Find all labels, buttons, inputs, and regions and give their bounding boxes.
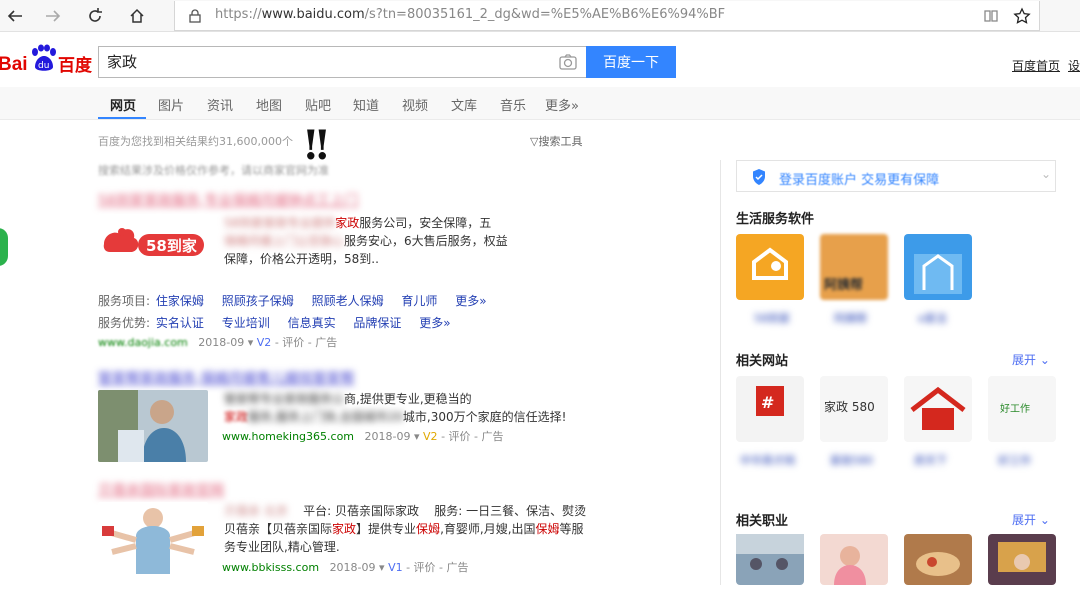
tab-images[interactable]: 图片 [158, 95, 184, 114]
tab-tieba[interactable]: 贴吧 [305, 95, 331, 114]
tab-news[interactable]: 资讯 [207, 95, 233, 114]
sites-expand-button[interactable]: 展开 ⌄ [1012, 351, 1050, 368]
app-label[interactable]: e家洁 [918, 310, 947, 326]
site-label[interactable]: 家政580 [830, 452, 873, 468]
result-title[interactable]: 管家帮家政服务,保姆月嫂育儿嫂找管家帮 [98, 368, 354, 388]
v-badge-icon: V2 [256, 336, 272, 349]
svg-text:58到家: 58到家 [146, 237, 197, 255]
price-notice: 搜索结果涉及价格仅作参考，请以商家官网为准 [98, 164, 329, 177]
service-link[interactable]: 照顾老人保姆 [312, 294, 384, 308]
advantage-link[interactable]: 更多» [419, 316, 450, 330]
search-input[interactable]: 家政 [98, 46, 586, 78]
reading-view-icon[interactable] [983, 8, 999, 24]
job-card[interactable] [820, 534, 888, 585]
site-card[interactable]: 家政 580 [820, 376, 888, 442]
tab-video[interactable]: 视频 [402, 95, 428, 114]
forward-icon[interactable] [40, 4, 66, 28]
back-icon[interactable] [2, 4, 28, 28]
settings-link[interactable]: 设 [1068, 57, 1080, 74]
result-title[interactable]: 58到家家政服务,专业保姆月嫂钟点工上门 [98, 190, 358, 210]
job-card[interactable] [736, 534, 804, 585]
shield-icon [753, 169, 765, 185]
service-link[interactable]: 育儿师 [401, 294, 437, 308]
url-text: https://www.baidu.com/s?tn=80035161_2_dg… [215, 7, 726, 22]
jobs-expand-button[interactable]: 展开 ⌄ [1012, 511, 1050, 528]
site-label[interactable]: 中华英才网 [740, 452, 795, 468]
service-link[interactable]: 照顾孩子保姆 [222, 294, 294, 308]
chevron-down-icon: ⌄ [1039, 513, 1050, 527]
camera-icon[interactable] [558, 53, 578, 71]
refresh-icon[interactable] [82, 4, 108, 28]
sites-section-title: 相关网站 [736, 354, 789, 369]
site-label[interactable]: 好工作 [998, 452, 1031, 468]
svg-text:百度: 百度 [58, 55, 92, 76]
chevron-down-icon: ⌄ [1039, 353, 1050, 367]
jobs-section-title: 相关职业 [736, 514, 789, 529]
app-label[interactable]: 阿姨帮 [834, 310, 867, 326]
home-icon[interactable] [124, 4, 150, 28]
baidu-home-link[interactable]: 百度首页 [1012, 57, 1060, 74]
baidu-header: Bai du 百度 家政 百度一下 百度首页 设 [0, 33, 1080, 87]
chevron-down-icon: ⌄ [1041, 167, 1052, 181]
service-advantage-row: 服务优势: 实名认证 专业培训 信息真实 品牌保证 更多» [98, 316, 451, 330]
search-tabs: 网页 图片 资讯 地图 贴吧 知道 视频 文库 音乐 更多» [0, 87, 1080, 120]
result-logo-58[interactable]: 58到家 [98, 214, 210, 268]
site-card[interactable] [904, 376, 972, 442]
app-card[interactable] [904, 234, 972, 300]
right-sidebar: 登录百度账户 交易更有保障 ⌄ 生活服务软件 阿姨帮 58到家 阿姨帮 e家洁 … [722, 160, 1080, 585]
v-badge-icon: V2 [423, 430, 438, 443]
apps-section-title: 生活服务软件 [736, 212, 815, 227]
address-bar[interactable]: https://www.baidu.com/s?tn=80035161_2_dg… [174, 1, 1040, 31]
service-link[interactable]: 住家保姆 [156, 294, 204, 308]
tab-wenku[interactable]: 文库 [451, 95, 477, 114]
site-card[interactable]: 好工作 [988, 376, 1056, 442]
tab-zhidao[interactable]: 知道 [353, 95, 379, 114]
app-card[interactable]: 阿姨帮 [820, 234, 888, 300]
advantage-link[interactable]: 实名认证 [156, 316, 204, 330]
service-link[interactable]: 更多» [455, 294, 486, 308]
result-url-line: www.daojia.com 2018-09 ▾ V2 - 评价 - 广告 [98, 336, 338, 349]
side-float-bubble[interactable] [0, 228, 8, 266]
login-banner[interactable]: 登录百度账户 交易更有保障 ⌄ [736, 160, 1056, 192]
tab-more[interactable]: 更多» [545, 95, 579, 114]
job-card[interactable] [904, 534, 972, 585]
baidu-logo[interactable]: Bai du 百度 [0, 43, 92, 79]
result-description: 58到家家政专业提供家政服务公司，安全保障，五 保姆月嫂上门让您放心服务安心，6… [224, 216, 508, 266]
result-thumbnail[interactable] [98, 390, 208, 462]
result-description: 管家帮专业家政服务公商,提供更专业,更稳当的 家政服务,服务上门快,全国城市20… [224, 392, 567, 424]
tab-map[interactable]: 地图 [256, 95, 282, 114]
advantage-link[interactable]: 品牌保证 [353, 316, 401, 330]
svg-text:Bai: Bai [0, 54, 28, 75]
browser-toolbar: https://www.baidu.com/s?tn=80035161_2_dg… [0, 0, 1080, 32]
column-divider [720, 160, 721, 585]
result-description: 贝蓓亲 北京 平台: 贝蓓亲国际家政 服务: 一日三餐、保洁、熨烫 贝蓓亲【贝蓓… [224, 504, 587, 554]
v-badge-icon: V1 [388, 561, 403, 574]
tab-web[interactable]: 网页 [110, 95, 136, 114]
advantage-link[interactable]: 信息真实 [288, 316, 336, 330]
search-button[interactable]: 百度一下 [586, 46, 676, 78]
result-title[interactable]: 贝蓓亲国际家政官网 [98, 480, 224, 500]
service-items-row: 服务项目: 住家保姆 照顾孩子保姆 照顾老人保姆 育儿师 更多» [98, 294, 487, 308]
result-count: 百度为您找到相关结果约31,600,000个 [98, 135, 293, 148]
tab-music[interactable]: 音乐 [500, 95, 526, 114]
lock-icon [189, 9, 201, 23]
svg-text:du: du [38, 61, 49, 71]
result-url-line: www.homeking365.com 2018-09 ▾ V2 - 评价 - … [222, 430, 504, 443]
search-tools-button[interactable]: ▽搜索工具 [530, 133, 582, 149]
favorite-star-icon[interactable] [1013, 7, 1031, 25]
site-card[interactable]: # [736, 376, 804, 442]
svg-text:#: # [761, 393, 774, 412]
result-url-line: www.bbkisss.com 2018-09 ▾ V1 - 评价 - 广告 [222, 561, 469, 574]
login-text: 登录百度账户 交易更有保障 [779, 173, 940, 188]
advantage-link[interactable]: 专业培训 [222, 316, 270, 330]
site-label[interactable]: 房天下 [914, 452, 947, 468]
job-card[interactable] [988, 534, 1056, 585]
active-tab-indicator [98, 117, 146, 119]
app-card[interactable] [736, 234, 804, 300]
app-label[interactable]: 58到家 [754, 310, 790, 326]
result-thumbnail[interactable] [98, 502, 208, 574]
